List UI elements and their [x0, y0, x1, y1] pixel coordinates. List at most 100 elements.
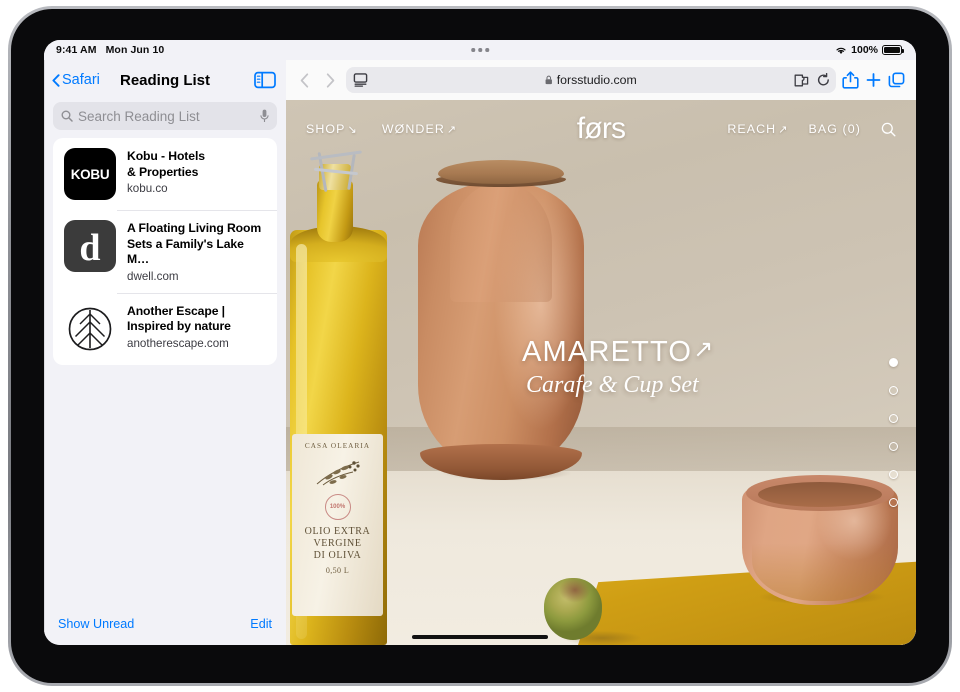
title-line: A Floating Living Room	[127, 221, 262, 235]
dot	[471, 48, 475, 52]
title-line: Another Escape |	[127, 303, 225, 318]
back-label: Safari	[62, 72, 100, 88]
label-line-3: DI OLIVA	[313, 550, 362, 561]
list-item-title: Another Escape | Inspired by nature	[127, 304, 267, 335]
arrow-up-right-icon: ↗	[693, 336, 715, 363]
microphone-icon[interactable]	[260, 109, 269, 123]
list-item[interactable]: KOBU Kobu - Hotels & Properties kobu.co	[53, 138, 277, 210]
carousel-dot[interactable]	[889, 470, 898, 479]
multitasking-dots-icon[interactable]	[471, 48, 489, 52]
tab-overview-icon[interactable]	[888, 71, 905, 89]
search-container: Search Reading List	[44, 100, 286, 138]
hero-title-text: AMARETTO	[522, 336, 693, 368]
screen: 9:41 AM Mon Jun 10 100% Safari Reading L…	[44, 40, 916, 645]
dot	[478, 48, 482, 52]
reading-list: KOBU Kobu - Hotels & Properties kobu.co …	[53, 138, 277, 365]
home-indicator[interactable]	[412, 635, 548, 639]
nav-label: WØNDER	[381, 122, 445, 136]
search-input[interactable]: Search Reading List	[53, 102, 277, 130]
sidebar-toggle-icon[interactable]	[254, 71, 276, 89]
nav-label: BAG (0)	[808, 122, 861, 136]
bottle-label: CASA OLEARIA 100% OLIO EXTRA VERGINE DI …	[292, 434, 383, 616]
label-volume: 0,50 L	[325, 566, 350, 575]
leaf-logo-icon	[68, 307, 112, 351]
url-text: forsstudio.com	[556, 73, 637, 87]
list-item-url: dwell.com	[127, 269, 179, 283]
hero-title[interactable]: AMARETTO ↗	[522, 336, 715, 369]
battery-percent: 100%	[851, 44, 878, 56]
extensions-puzzle-icon[interactable]	[794, 74, 809, 87]
edit-button[interactable]: Edit	[250, 617, 272, 631]
site-thumbnail: d	[64, 220, 116, 272]
search-icon[interactable]	[881, 122, 896, 137]
chevron-right-icon	[326, 72, 334, 88]
nav-left-group: SHOP ↘ WØNDER ↗	[306, 122, 457, 136]
status-time: 9:41 AM	[56, 44, 97, 56]
chevron-left-icon	[52, 73, 60, 87]
forward-button[interactable]	[320, 70, 340, 90]
back-button[interactable]	[294, 70, 314, 90]
arrow-up-right-icon: ↗	[778, 123, 789, 136]
address-bar-actions	[794, 73, 830, 87]
plus-icon[interactable]	[865, 71, 882, 89]
hero-subtitle: Carafe & Cup Set	[526, 372, 699, 398]
thumbnail-text: KOBU	[70, 166, 110, 182]
quality-seal: 100%	[324, 494, 351, 520]
title-line: Inspired by nature	[127, 319, 231, 334]
seal-text: 100%	[329, 504, 346, 510]
browser-pane: forsstudio.com CASA OLEARIA 100% OLIO EX…	[44, 40, 916, 645]
carousel-pagination	[889, 358, 898, 507]
back-to-safari-button[interactable]: Safari	[52, 72, 100, 88]
fig-blush	[556, 578, 594, 608]
hero-title-block: AMARETTO ↗ Carafe & Cup Set	[522, 336, 715, 399]
page-settings-aa-icon[interactable]	[353, 73, 368, 87]
list-item-text: Another Escape | Inspired by nature anot…	[127, 303, 267, 350]
reload-icon[interactable]	[817, 73, 830, 87]
share-icon[interactable]	[842, 71, 859, 89]
site-thumbnail	[64, 302, 116, 355]
list-item-text: A Floating Living Room Sets a Family's L…	[127, 220, 267, 283]
reading-list-sidebar: Safari Reading List Search Reading List …	[44, 60, 286, 645]
list-item-url: kobu.co	[127, 182, 168, 196]
nav-link-wonder[interactable]: WØNDER ↗	[382, 122, 457, 136]
hero-section: CASA OLEARIA 100% OLIO EXTRA VERGINE DI …	[286, 100, 916, 645]
title-line: & Properties	[127, 164, 199, 179]
arrow-up-right-icon: ↗	[446, 123, 458, 136]
status-bar-left: 9:41 AM Mon Jun 10	[44, 44, 164, 56]
carousel-dot[interactable]	[889, 386, 898, 395]
nav-label: SHOP	[306, 122, 346, 136]
show-unread-button[interactable]: Show Unread	[58, 617, 134, 631]
pane-divider	[44, 40, 45, 645]
list-item-title: Kobu - Hotels & Properties	[127, 149, 267, 180]
device-bezel: 9:41 AM Mon Jun 10 100% Safari Reading L…	[11, 9, 949, 683]
carousel-dot[interactable]	[889, 498, 898, 507]
search-icon	[61, 110, 73, 122]
site-logo[interactable]: førs	[577, 112, 626, 146]
list-item[interactable]: d A Floating Living Room Sets a Family's…	[53, 210, 277, 293]
arrow-down-right-icon: ↘	[347, 123, 358, 136]
battery-icon	[882, 45, 904, 55]
carousel-dot[interactable]	[889, 442, 898, 451]
list-item[interactable]: Another Escape | Inspired by nature anot…	[53, 292, 277, 365]
nav-link-reach[interactable]: REACH ↗	[727, 122, 788, 136]
wifi-icon	[836, 47, 846, 54]
sidebar-footer: Show Unread Edit	[44, 607, 286, 645]
site-navigation: SHOP ↘ WØNDER ↗ førs REACH ↗ BAG (0)	[286, 100, 916, 158]
content-split: Safari Reading List Search Reading List …	[44, 40, 916, 645]
nav-label: REACH	[727, 122, 777, 136]
title-line: Sets a Family's Lake M…	[127, 236, 244, 267]
web-page: CASA OLEARIA 100% OLIO EXTRA VERGINE DI …	[286, 100, 916, 645]
chevron-left-icon	[300, 72, 308, 88]
carousel-dot[interactable]	[889, 358, 898, 367]
nav-link-shop[interactable]: SHOP ↘	[306, 122, 358, 136]
label-line-2: VERGINE	[313, 538, 362, 549]
address-bar[interactable]: forsstudio.com	[346, 67, 836, 93]
olive-sprig-icon	[316, 461, 360, 486]
sidebar-header: Safari Reading List	[44, 60, 286, 100]
list-item-title: A Floating Living Room Sets a Family's L…	[127, 221, 267, 268]
label-brand: CASA OLEARIA	[304, 442, 371, 450]
browser-toolbar: forsstudio.com	[286, 60, 916, 100]
list-item-text: Kobu - Hotels & Properties kobu.co	[127, 148, 267, 195]
carousel-dot[interactable]	[889, 414, 898, 423]
nav-link-bag[interactable]: BAG (0)	[809, 122, 861, 136]
